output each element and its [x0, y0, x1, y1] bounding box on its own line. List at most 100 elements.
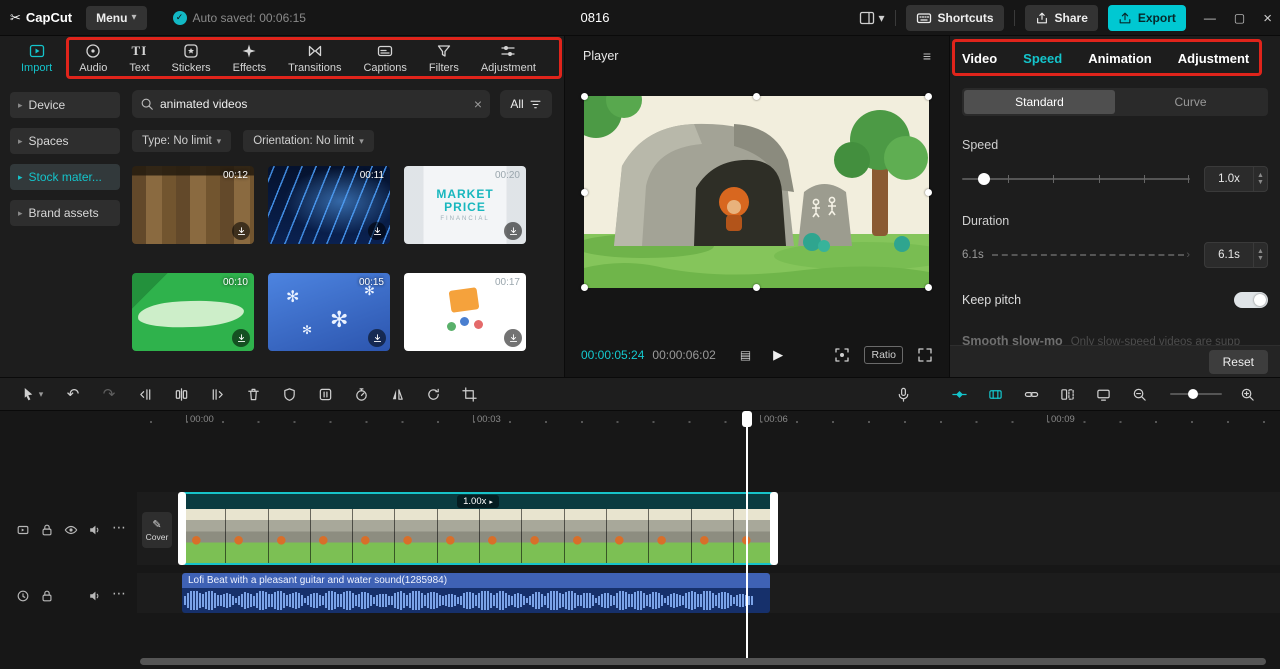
- speed-value-box[interactable]: 1.0x ▲ ▼: [1204, 166, 1268, 192]
- maximize-button[interactable]: ▢: [1234, 11, 1245, 25]
- track-more-icon[interactable]: ⋯: [112, 585, 126, 602]
- play-button[interactable]: ▶: [773, 347, 783, 363]
- stepper-up-icon[interactable]: ▲: [1257, 248, 1264, 255]
- download-icon[interactable]: [504, 222, 522, 240]
- delete-right-button[interactable]: [202, 381, 232, 407]
- split-button[interactable]: [166, 381, 196, 407]
- keep-pitch-toggle[interactable]: [1234, 292, 1268, 308]
- tab-speed[interactable]: Speed: [1023, 51, 1062, 66]
- tab-animation[interactable]: Animation: [1088, 51, 1152, 66]
- download-icon[interactable]: [504, 329, 522, 347]
- zoom-in-button[interactable]: [1232, 381, 1262, 407]
- zoom-out-button[interactable]: [1124, 381, 1154, 407]
- fullscreen-icon[interactable]: [917, 347, 933, 363]
- tab-stickers[interactable]: Stickers: [161, 43, 222, 74]
- clear-search-icon[interactable]: ×: [474, 96, 482, 112]
- mirror-button[interactable]: [382, 381, 412, 407]
- rotate-button[interactable]: [418, 381, 448, 407]
- slider-handle[interactable]: [978, 173, 990, 185]
- lock-icon[interactable]: [40, 523, 54, 537]
- keyframe-toggle[interactable]: [944, 381, 974, 407]
- selection-handle[interactable]: [581, 189, 588, 196]
- mode-curve[interactable]: Curve: [1115, 90, 1266, 114]
- type-filter-dropdown[interactable]: Type: No limit ▾: [132, 130, 232, 152]
- sidebar-item-stock-materials[interactable]: ▸ Stock mater...: [10, 164, 120, 190]
- preview-window-toggle[interactable]: [1088, 381, 1118, 407]
- linking-toggle[interactable]: [1016, 381, 1046, 407]
- freeze-frame-button[interactable]: [310, 381, 340, 407]
- share-button[interactable]: Share: [1024, 5, 1098, 31]
- player-menu-icon[interactable]: ≡: [923, 48, 931, 64]
- selection-handle[interactable]: [753, 93, 760, 100]
- reset-button[interactable]: Reset: [1208, 349, 1268, 374]
- tab-transitions[interactable]: Transitions: [277, 43, 352, 74]
- menu-button[interactable]: Menu ▾: [86, 5, 147, 30]
- orientation-filter-dropdown[interactable]: Orientation: No limit ▾: [243, 130, 374, 152]
- record-voiceover-button[interactable]: [888, 381, 918, 407]
- speed-button[interactable]: [346, 381, 376, 407]
- undo-button[interactable]: ↶: [58, 381, 88, 407]
- tab-video[interactable]: Video: [962, 51, 997, 66]
- shortcuts-button[interactable]: Shortcuts: [905, 5, 1004, 31]
- layout-switcher-button[interactable]: ▾: [859, 10, 885, 26]
- tab-audio[interactable]: Audio: [68, 43, 118, 74]
- hide-track-icon[interactable]: [64, 523, 78, 537]
- trim-handle-left[interactable]: [178, 492, 186, 565]
- download-icon[interactable]: [368, 222, 386, 240]
- mode-standard[interactable]: Standard: [964, 90, 1115, 114]
- duration-stepper[interactable]: ▲ ▼: [1253, 243, 1267, 267]
- download-icon[interactable]: [232, 222, 250, 240]
- selection-handle[interactable]: [581, 284, 588, 291]
- sidebar-item-device[interactable]: ▸ Device: [10, 92, 120, 118]
- timeline-zoom-slider[interactable]: [1170, 387, 1222, 401]
- stock-video-thumbnail[interactable]: 00:12: [132, 166, 254, 244]
- stock-video-thumbnail[interactable]: ✻ ✻ ✻ ✻ 00:15: [268, 273, 390, 351]
- selection-handle[interactable]: [925, 189, 932, 196]
- tab-text[interactable]: TI Text: [118, 43, 160, 74]
- delete-button[interactable]: [238, 381, 268, 407]
- close-button[interactable]: ×: [1263, 10, 1272, 27]
- playhead[interactable]: [740, 411, 754, 658]
- tab-import[interactable]: Import: [10, 43, 68, 74]
- speed-stepper[interactable]: ▲ ▼: [1253, 167, 1267, 191]
- stepper-down-icon[interactable]: ▼: [1257, 179, 1264, 186]
- stepper-down-icon[interactable]: ▼: [1257, 255, 1264, 262]
- selection-handle[interactable]: [925, 93, 932, 100]
- stepper-up-icon[interactable]: ▲: [1257, 172, 1264, 179]
- stock-video-thumbnail[interactable]: 00:11: [268, 166, 390, 244]
- tab-adjustment[interactable]: Adjustment: [470, 43, 547, 74]
- video-clip[interactable]: 1.00x ▸: [178, 492, 778, 565]
- main-track-magnet-toggle[interactable]: [980, 381, 1010, 407]
- select-tool-button[interactable]: ▾: [12, 381, 52, 407]
- ratio-button[interactable]: Ratio: [864, 346, 903, 364]
- search-input[interactable]: [160, 97, 468, 111]
- track-more-icon[interactable]: ⋯: [112, 519, 126, 536]
- stock-video-thumbnail[interactable]: 00:17: [404, 273, 526, 351]
- redo-button[interactable]: ↷: [94, 381, 124, 407]
- cover-button[interactable]: ✎ Cover: [142, 512, 172, 548]
- duration-value-box[interactable]: 6.1s ▲ ▼: [1204, 242, 1268, 268]
- minimize-button[interactable]: —: [1204, 11, 1216, 25]
- tab-adjustment[interactable]: Adjustment: [1178, 51, 1250, 66]
- snapping-toggle[interactable]: [1052, 381, 1082, 407]
- sidebar-item-brand-assets[interactable]: ▸ Brand assets: [10, 200, 120, 226]
- download-icon[interactable]: [368, 329, 386, 347]
- audio-clip[interactable]: Lofi Beat with a pleasant guitar and wat…: [182, 573, 770, 613]
- all-filter-button[interactable]: All: [500, 90, 552, 118]
- download-icon[interactable]: [232, 329, 250, 347]
- lock-icon[interactable]: [40, 589, 54, 603]
- tab-effects[interactable]: Effects: [222, 43, 277, 74]
- mute-track-icon[interactable]: [88, 589, 102, 603]
- crop-button[interactable]: [454, 381, 484, 407]
- video-preview[interactable]: [581, 93, 932, 291]
- timeline-scrollbar[interactable]: [140, 658, 1266, 665]
- selection-handle[interactable]: [753, 284, 760, 291]
- stock-video-thumbnail[interactable]: MARKET PRICE FINANCIAL 00:20: [404, 166, 526, 244]
- export-button[interactable]: Export: [1107, 5, 1186, 31]
- mask-button[interactable]: [274, 381, 304, 407]
- tab-captions[interactable]: Captions: [352, 43, 417, 74]
- selection-handle[interactable]: [581, 93, 588, 100]
- sidebar-item-spaces[interactable]: ▸ Spaces: [10, 128, 120, 154]
- selection-handle[interactable]: [925, 284, 932, 291]
- delete-left-button[interactable]: [130, 381, 160, 407]
